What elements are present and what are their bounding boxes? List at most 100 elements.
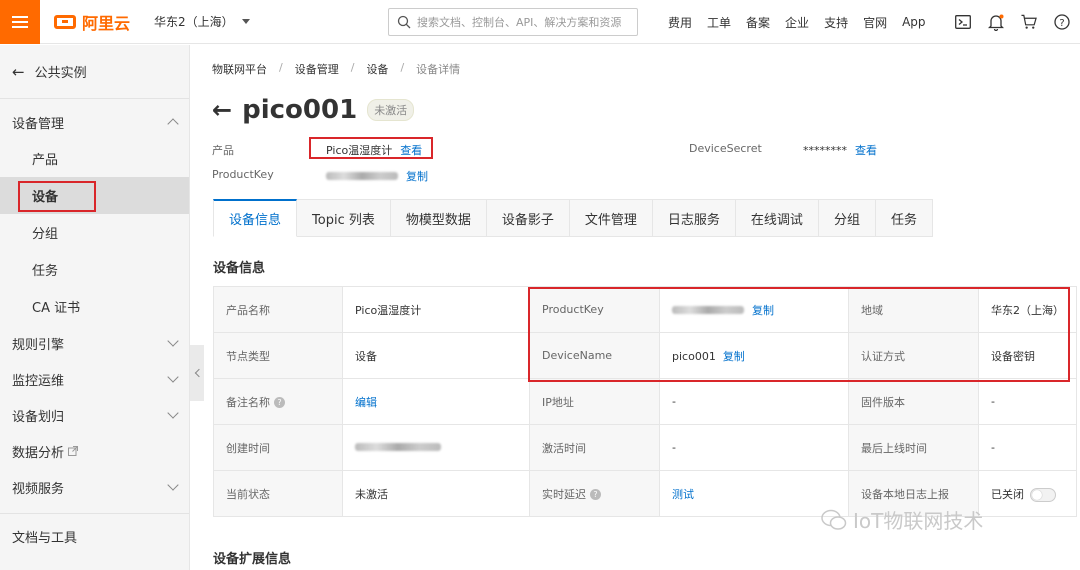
breadcrumb-separator: / bbox=[279, 61, 283, 74]
sidebar-group-monitoring[interactable]: 监控运维 bbox=[0, 361, 189, 397]
tab-tasks[interactable]: 任务 bbox=[875, 199, 933, 237]
log-report-status: 已关闭 bbox=[991, 487, 1024, 501]
link-enterprise[interactable]: 企业 bbox=[785, 14, 809, 31]
test-latency-link[interactable]: 测试 bbox=[672, 488, 694, 501]
aliyun-logo[interactable]: 阿里云 bbox=[54, 10, 130, 34]
sidebar-group-label: 设备划归 bbox=[12, 409, 65, 425]
log-report-toggle[interactable] bbox=[1030, 487, 1056, 502]
cart-icon[interactable] bbox=[1021, 14, 1037, 30]
tab-thing-model[interactable]: 物模型数据 bbox=[390, 199, 487, 237]
cell-value: - bbox=[978, 424, 1077, 471]
breadcrumb-device-management[interactable]: 设备管理 bbox=[295, 61, 339, 77]
cell-label: 当前状态 bbox=[213, 470, 343, 517]
breadcrumb-iot-platform[interactable]: 物联网平台 bbox=[212, 61, 267, 77]
sidebar-item-label: 分组 bbox=[32, 227, 59, 242]
productkey-label: ProductKey bbox=[212, 168, 274, 181]
edit-alias-link[interactable]: 编辑 bbox=[355, 396, 377, 409]
brand-name: 阿里云 bbox=[82, 13, 131, 33]
view-secret-link[interactable]: 查看 bbox=[855, 142, 877, 158]
link-icp[interactable]: 备案 bbox=[746, 14, 770, 31]
cell-label-text: 实时延迟 bbox=[542, 487, 586, 501]
tab-online-debug[interactable]: 在线调试 bbox=[735, 199, 819, 237]
breadcrumb-devices[interactable]: 设备 bbox=[366, 61, 388, 77]
sidebar-item-devices[interactable]: 设备 bbox=[0, 177, 189, 214]
help-icon[interactable]: ? bbox=[1054, 14, 1070, 30]
cell-value bbox=[342, 424, 530, 471]
sidebar-group-device-assignment[interactable]: 设备划归 bbox=[0, 397, 189, 433]
productkey-redacted bbox=[326, 172, 398, 180]
product-meta-label: 产品 bbox=[212, 142, 234, 158]
breadcrumb-separator: / bbox=[350, 61, 355, 74]
breadcrumb-separator: / bbox=[400, 61, 405, 74]
link-support[interactable]: 支持 bbox=[824, 14, 848, 31]
tab-device-info[interactable]: 设备信息 bbox=[213, 199, 298, 237]
help-icon[interactable]: ? bbox=[590, 489, 601, 500]
sidebar-item-tasks[interactable]: 任务 bbox=[0, 251, 189, 288]
sidebar-group-video-service[interactable]: 视频服务 bbox=[0, 469, 189, 505]
chevron-down-icon bbox=[167, 335, 179, 347]
sidebar-item-docs-tools[interactable]: 文档与工具 bbox=[0, 514, 189, 559]
tab-log-service[interactable]: 日志服务 bbox=[652, 199, 736, 237]
help-icon[interactable]: ? bbox=[274, 397, 285, 408]
cell-value: 未激活 bbox=[342, 470, 530, 517]
link-tickets[interactable]: 工单 bbox=[707, 14, 731, 31]
menu-icon[interactable] bbox=[0, 0, 40, 44]
region-selector[interactable]: 华东2（上海） bbox=[154, 13, 250, 30]
bell-icon[interactable] bbox=[988, 14, 1004, 31]
tab-bar: 设备信息 Topic 列表 物模型数据 设备影子 文件管理 日志服务 在线调试 … bbox=[213, 199, 933, 237]
sidebar-back-label: 公共实例 bbox=[34, 66, 87, 81]
link-fees[interactable]: 费用 bbox=[668, 14, 692, 31]
sidebar-group-data-analysis[interactable]: 数据分析 bbox=[0, 433, 189, 469]
cell-value: - bbox=[659, 378, 849, 425]
sidebar-back[interactable]: ← 公共实例 bbox=[0, 45, 189, 99]
productkey-meta-label: ProductKey bbox=[212, 168, 274, 181]
aliyun-logo-mark bbox=[54, 14, 76, 29]
tab-topic-list[interactable]: Topic 列表 bbox=[297, 199, 391, 237]
sidebar-item-ca-cert[interactable]: CA 证书 bbox=[0, 288, 189, 325]
link-official-site[interactable]: 官网 bbox=[863, 14, 887, 31]
sidebar-group-label: 监控运维 bbox=[12, 373, 65, 389]
sidebar-group-label: 规则引擎 bbox=[12, 337, 65, 353]
region-label: 华东2（上海） bbox=[154, 15, 234, 29]
watermark: IoT物联网技术 bbox=[821, 505, 983, 534]
product-label: 产品 bbox=[212, 144, 234, 157]
copy-productkey-link[interactable]: 复制 bbox=[406, 168, 428, 184]
terminal-icon[interactable] bbox=[955, 14, 971, 30]
sidebar-group-label: 设备管理 bbox=[12, 116, 65, 132]
top-bar: 阿里云 华东2（上海） 费用 工单 备案 企业 支持 官网 App ? bbox=[0, 0, 1080, 44]
tab-file-management[interactable]: 文件管理 bbox=[569, 199, 653, 237]
sidebar-item-groups[interactable]: 分组 bbox=[0, 214, 189, 251]
cell-label: 固件版本 bbox=[848, 378, 979, 425]
sidebar-group-device-management[interactable]: 设备管理 bbox=[0, 104, 189, 140]
caret-down-icon bbox=[241, 19, 250, 24]
sidebar: ← 公共实例 设备管理 产品 设备 分组 任务 CA 证书 规则引擎 监控运维 … bbox=[0, 45, 190, 570]
table-row: 创建时间 激活时间 - 最后上线时间 - bbox=[213, 424, 1077, 471]
global-search[interactable] bbox=[388, 8, 638, 36]
link-app[interactable]: App bbox=[902, 15, 925, 29]
title-row: ← pico001 未激活 bbox=[212, 95, 415, 125]
sidebar-item-label: 文档与工具 bbox=[12, 531, 78, 546]
breadcrumb-device-detail: 设备详情 bbox=[416, 63, 461, 76]
cell-label: 节点类型 bbox=[213, 332, 343, 379]
chevron-up-icon bbox=[167, 118, 179, 130]
search-input[interactable] bbox=[417, 15, 627, 29]
tab-groups[interactable]: 分组 bbox=[818, 199, 876, 237]
sidebar-item-products[interactable]: 产品 bbox=[0, 140, 189, 177]
sidebar-group-rule-engine[interactable]: 规则引擎 bbox=[0, 325, 189, 361]
secret-label: DeviceSecret bbox=[689, 142, 762, 155]
chevron-down-icon bbox=[167, 407, 179, 419]
cell-label: 最后上线时间 bbox=[848, 424, 979, 471]
top-links: 费用 工单 备案 企业 支持 官网 App bbox=[668, 0, 941, 44]
chevron-down-icon bbox=[167, 371, 179, 383]
main-content: 物联网平台 / 设备管理 / 设备 / 设备详情 ← pico001 未激活 产品 P… bbox=[191, 45, 1080, 570]
chevron-down-icon bbox=[167, 479, 179, 491]
cell-value: - bbox=[659, 424, 849, 471]
back-arrow-icon[interactable]: ← bbox=[212, 96, 232, 124]
cell-label: 产品名称 bbox=[213, 286, 343, 333]
sidebar-item-label: 任务 bbox=[32, 264, 59, 279]
tab-device-shadow[interactable]: 设备影子 bbox=[486, 199, 570, 237]
search-icon bbox=[397, 15, 411, 29]
section-title-device-info: 设备信息 bbox=[213, 261, 266, 276]
sidebar-group-label: 数据分析 bbox=[12, 445, 65, 461]
top-icons: ? bbox=[955, 0, 1070, 44]
